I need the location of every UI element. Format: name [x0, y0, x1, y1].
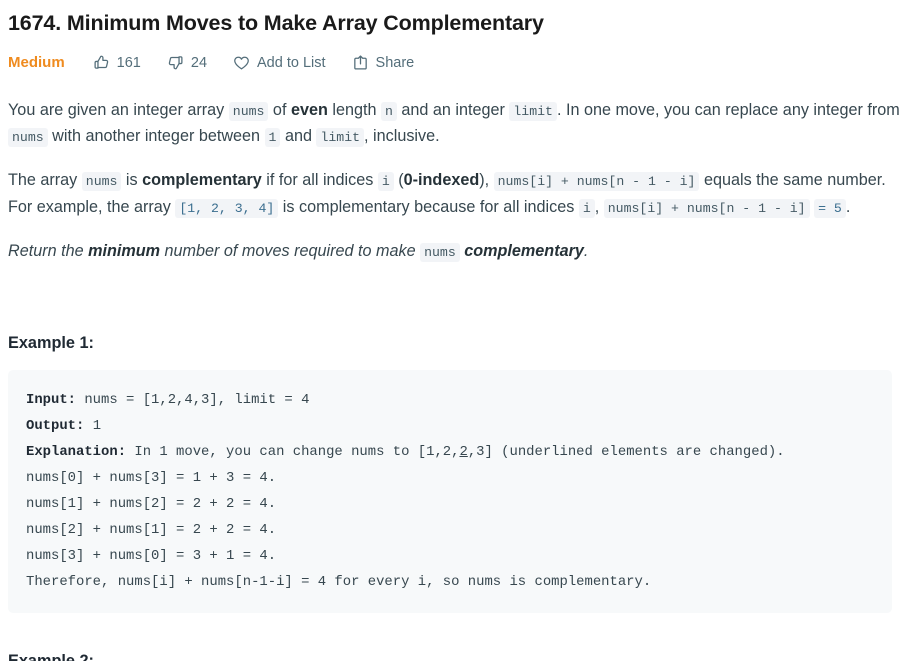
- thumbs-down-icon: [167, 54, 184, 71]
- share-label: Share: [375, 54, 415, 71]
- code-limit: limit: [509, 102, 557, 122]
- text-fragment: is complementary because for all indices: [278, 197, 579, 216]
- bold-complementary: complementary: [142, 171, 262, 190]
- code-line: nums[0] + nums[3] = 1 + 3 = 4.: [26, 470, 277, 487]
- code-nums: nums: [420, 242, 460, 262]
- like-button[interactable]: 161: [93, 54, 141, 71]
- example-1-code-block: Input: nums = [1,2,4,3], limit = 4 Output…: [8, 370, 892, 614]
- text-fragment: Return the: [8, 241, 89, 260]
- code-nums: nums: [81, 172, 122, 192]
- code-line: nums[2] + nums[1] = 2 + 2 = 4.: [26, 522, 277, 539]
- code-sum-expression: nums[i] + nums[n - 1 - i]: [603, 198, 810, 218]
- page-title: 1674. Minimum Moves to Make Array Comple…: [8, 11, 544, 35]
- text-fragment: and an integer: [396, 101, 510, 120]
- code-nums: nums: [8, 128, 48, 148]
- bold-complementary: complementary: [464, 241, 584, 260]
- thumbs-up-icon: [93, 54, 110, 71]
- text-fragment: (: [393, 171, 404, 190]
- heart-icon: [233, 54, 250, 71]
- add-to-list-button[interactable]: Add to List: [233, 54, 326, 71]
- code-nums: nums: [228, 102, 269, 122]
- text-fragment: ),: [479, 171, 494, 190]
- explanation-label: Explanation:: [26, 444, 127, 461]
- bold-minimum: minimum: [88, 241, 161, 260]
- input-label: Input:: [26, 392, 77, 409]
- code-line-output: Output: 1: [26, 413, 872, 439]
- code-array-example: [1, 2, 3, 4]: [175, 198, 279, 218]
- text-fragment: and: [280, 127, 317, 146]
- problem-meta-row: Medium 161 24 Add to List Share: [8, 54, 901, 71]
- difficulty-badge: Medium: [8, 54, 65, 72]
- text-fragment: , inclusive.: [364, 127, 440, 146]
- text-fragment: ,: [594, 197, 604, 216]
- text-fragment: if for all indices: [261, 171, 378, 190]
- problem-description: You are given an integer array nums of e…: [8, 97, 901, 264]
- description-paragraph-3: Return the minimum number of moves requi…: [8, 238, 901, 264]
- share-button[interactable]: Share: [352, 54, 415, 71]
- code-line: Therefore, nums[i] + nums[n-1-i] = 4 for…: [26, 574, 652, 591]
- code-n: n: [380, 102, 397, 122]
- dislike-button[interactable]: 24: [167, 54, 207, 71]
- explanation-post: ,3] (underlined elements are changed).: [467, 444, 785, 461]
- text-fragment: with another integer between: [47, 127, 265, 146]
- input-value: nums = [1,2,4,3], limit = 4: [76, 392, 310, 409]
- text-fragment: .: [583, 241, 589, 260]
- code-line-explanation: Explanation: In 1 move, you can change n…: [26, 439, 872, 465]
- bold-zero-indexed: 0-indexed: [403, 171, 480, 190]
- text-fragment: of: [268, 101, 291, 120]
- dislike-count: 24: [190, 54, 208, 71]
- problem-page: 1674. Minimum Moves to Make Array Comple…: [0, 0, 909, 661]
- description-paragraph-1: You are given an integer array nums of e…: [8, 97, 901, 149]
- explanation-pre: In 1 move, you can change nums to [1,2,: [126, 444, 460, 461]
- text-fragment: number of moves required to make: [160, 241, 421, 260]
- code-equals-five: = 5: [814, 198, 846, 218]
- code-line-input: Input: nums = [1,2,4,3], limit = 4: [26, 387, 872, 413]
- code-sum-expression: nums[i] + nums[n - 1 - i]: [493, 172, 700, 192]
- code-i: i: [377, 172, 394, 192]
- code-limit: limit: [316, 128, 365, 148]
- text-fragment: You are given an integer array: [8, 101, 229, 120]
- text-fragment: .: [845, 197, 851, 216]
- example-2-heading: Example 2:: [8, 653, 94, 661]
- text-fragment: length: [327, 101, 381, 120]
- code-i: i: [578, 198, 595, 218]
- description-paragraph-2: The array nums is complementary if for a…: [8, 167, 901, 219]
- code-one: 1: [264, 128, 281, 148]
- output-label: Output:: [26, 418, 85, 435]
- example-1-heading: Example 1:: [8, 334, 94, 353]
- share-icon: [352, 54, 369, 71]
- bold-even: even: [290, 101, 328, 120]
- output-value: 1: [84, 418, 102, 435]
- text-fragment: The array: [8, 171, 82, 190]
- explanation-underlined-value: 2: [459, 444, 468, 461]
- text-fragment: . In one move, you can replace any integ…: [556, 101, 900, 120]
- code-line: nums[1] + nums[2] = 2 + 2 = 4.: [26, 496, 277, 513]
- text-fragment: is: [121, 171, 143, 190]
- code-line: nums[3] + nums[0] = 3 + 1 = 4.: [26, 548, 277, 565]
- add-to-list-label: Add to List: [257, 54, 326, 71]
- like-count: 161: [116, 54, 141, 71]
